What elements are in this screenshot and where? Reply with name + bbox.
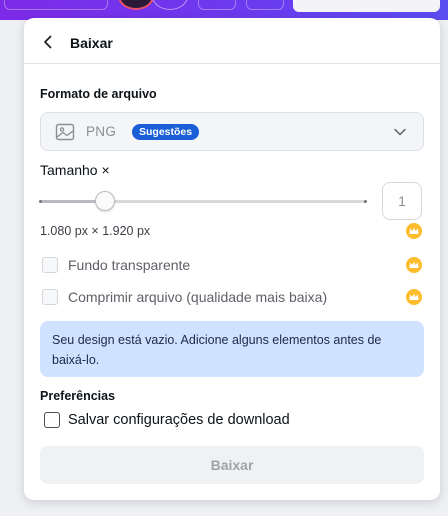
chevron-down-icon xyxy=(394,128,406,136)
transparent-background-label: Fundo transparente xyxy=(68,257,191,273)
premium-crown-icon xyxy=(406,223,422,239)
size-slider-track[interactable] xyxy=(39,200,367,203)
empty-design-alert: Seu design está vazio. Adicione alguns e… xyxy=(40,321,424,377)
image-icon xyxy=(55,123,75,141)
size-multiplier-input[interactable]: 1 xyxy=(382,182,422,220)
top-bar-icon-button[interactable] xyxy=(246,0,284,10)
suggestions-badge: Sugestões xyxy=(132,124,200,140)
save-settings-checkbox[interactable] xyxy=(44,412,60,428)
top-bar-icon-button[interactable] xyxy=(198,0,236,10)
file-format-value: PNG xyxy=(86,124,117,139)
premium-crown-icon xyxy=(406,289,422,305)
compress-file-label: Comprimir arquivo (qualidade mais baixa) xyxy=(68,289,328,305)
preferences-label: Preferências xyxy=(40,389,116,403)
slider-min-dot xyxy=(39,200,42,203)
top-bar-button[interactable] xyxy=(4,0,108,10)
compress-file-checkbox[interactable] xyxy=(42,289,58,305)
transparent-background-checkbox[interactable] xyxy=(42,257,58,273)
top-app-bar xyxy=(0,0,448,20)
add-collaborator-button[interactable] xyxy=(152,0,188,10)
size-label: Tamanho × xyxy=(40,162,110,178)
back-button[interactable] xyxy=(38,32,58,52)
size-slider-thumb[interactable] xyxy=(95,191,116,211)
panel-header: Baixar xyxy=(24,18,440,64)
download-button[interactable]: Baixar xyxy=(40,446,424,484)
share-button[interactable] xyxy=(293,0,440,12)
chevron-left-icon xyxy=(44,35,52,49)
avatar[interactable] xyxy=(118,0,154,10)
premium-crown-icon xyxy=(406,257,422,273)
file-format-label: Formato de arquivo xyxy=(40,87,157,101)
panel-title: Baixar xyxy=(70,35,113,51)
slider-max-dot xyxy=(364,200,367,203)
dimensions-text: 1.080 px × 1.920 px xyxy=(40,224,151,238)
file-format-select[interactable]: PNG Sugestões xyxy=(40,112,424,151)
download-panel: Baixar Formato de arquivo PNG Sugestões … xyxy=(24,18,440,500)
save-settings-label: Salvar configurações de download xyxy=(68,412,290,428)
